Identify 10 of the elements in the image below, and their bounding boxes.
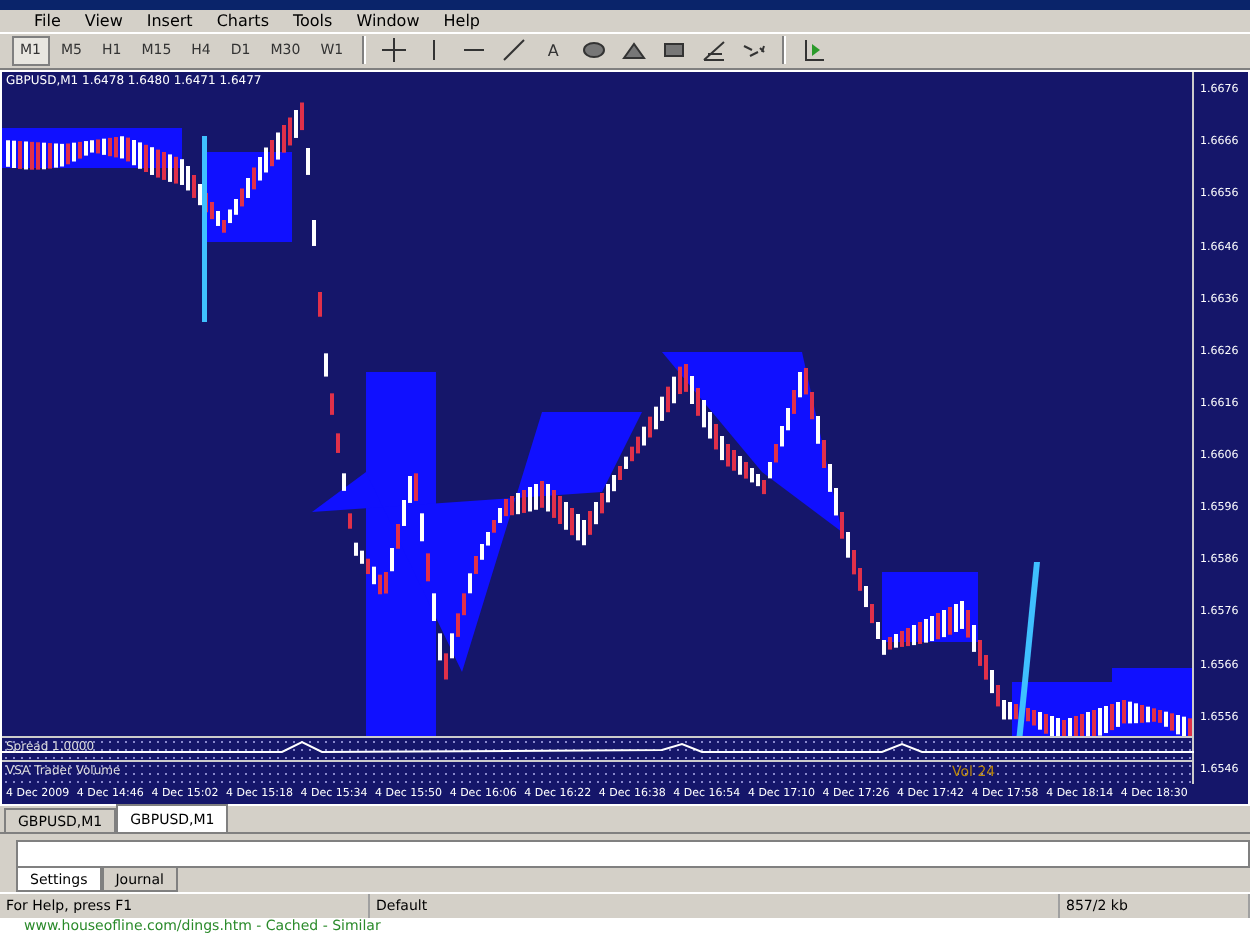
menu-item[interactable]: View xyxy=(74,11,133,30)
menu-item[interactable]: Tools xyxy=(282,11,343,30)
menu-item[interactable]: File xyxy=(24,11,71,30)
menu-item[interactable]: Charts xyxy=(206,11,279,30)
rectangle-icon xyxy=(661,38,686,63)
text-tool-button[interactable]: A xyxy=(535,35,572,66)
ellipse-icon xyxy=(581,38,606,63)
menu-item[interactable]: Window xyxy=(346,11,430,30)
menu-item[interactable]: Insert xyxy=(136,11,203,30)
menu-item[interactable]: Help xyxy=(433,11,490,30)
